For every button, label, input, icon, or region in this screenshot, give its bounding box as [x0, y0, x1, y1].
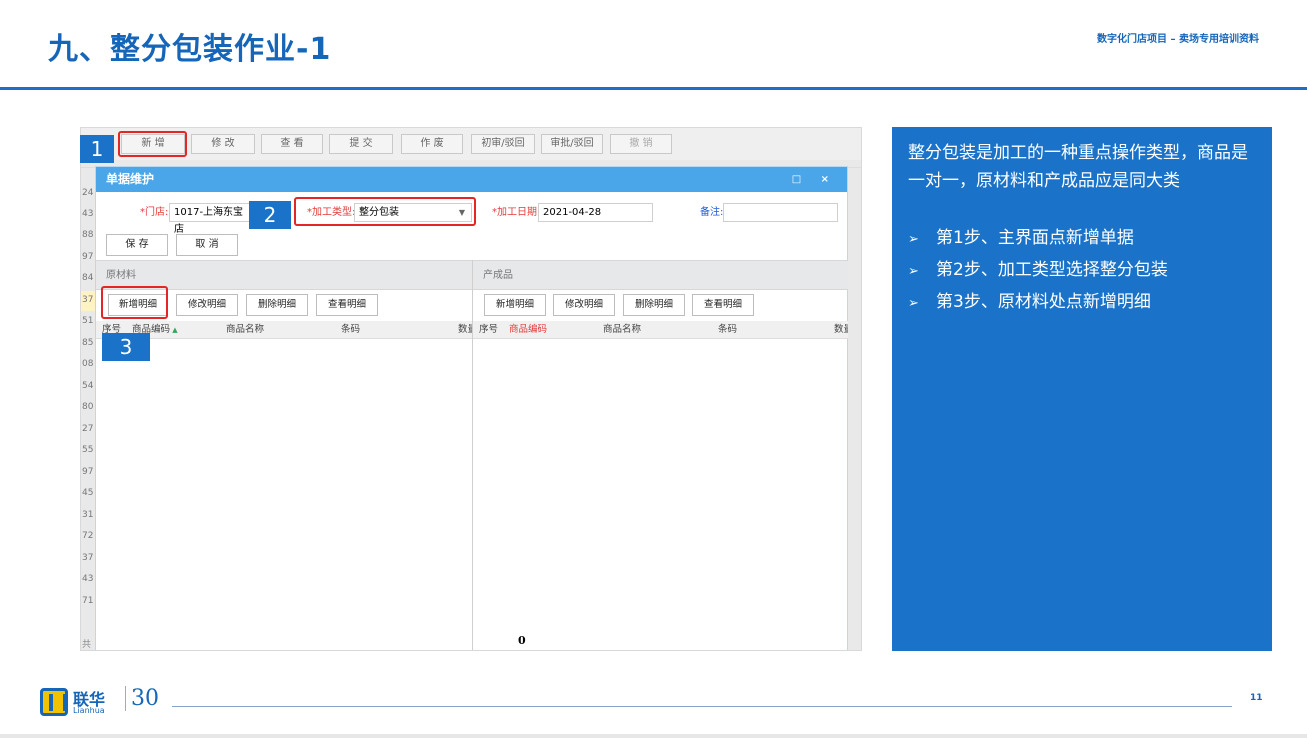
cancel-button[interactable]: 取 消 [176, 234, 238, 256]
product-add-detail-button[interactable]: 新增明细 [484, 294, 546, 316]
list-number: 97 [82, 252, 94, 262]
column-header[interactable]: 商品名称 [603, 321, 641, 338]
instruction-step-text: 第1步、主界面点新增单据 [936, 228, 1134, 248]
processing-date-field[interactable]: 2021-04-28 [538, 203, 653, 222]
product-edit-detail-button[interactable]: 修改明细 [553, 294, 615, 316]
step-1-highlight [118, 131, 187, 157]
instruction-steps: ➢ 第1步、主界面点新增单据 ➢ 第2步、加工类型选择整分包装 ➢ 第3步、原材料处点… [908, 223, 1256, 319]
list-number: 31 [82, 510, 94, 520]
processing-date-label: *加工日期: [492, 207, 541, 218]
arrow-bullet-icon: ➢ [908, 232, 919, 247]
dialog-header: 单据维护 □ × [96, 167, 847, 192]
toolbar-edit-button[interactable]: 修 改 [191, 134, 255, 154]
finished-products-grid-header: 序号 商品编码 商品名称 条码 数量 [473, 321, 848, 339]
list-number: 84 [82, 273, 94, 283]
list-number: 45 [82, 488, 94, 498]
list-number: 24 [82, 188, 94, 198]
toolbar-first-review-button[interactable]: 初审/驳回 [471, 134, 535, 154]
store-field[interactable]: 1017-上海东宝店 [169, 203, 253, 235]
column-header[interactable]: 数量 [834, 321, 848, 338]
list-number: 37 [82, 553, 94, 563]
instruction-step: ➢ 第2步、加工类型选择整分包装 [908, 255, 1256, 287]
slide-bottom-edge [0, 734, 1307, 738]
column-header[interactable]: 条码 [718, 321, 737, 338]
lianhua-logo-icon [40, 688, 68, 716]
store-label: *门店: [140, 207, 169, 218]
instruction-step-text: 第2步、加工类型选择整分包装 [936, 260, 1168, 280]
list-number: 97 [82, 467, 94, 477]
list-number: 88 [82, 230, 94, 240]
list-number: 43 [82, 209, 94, 219]
remark-label: 备注: [700, 207, 724, 218]
step-2-marker: 2 [249, 201, 291, 229]
list-number: 72 [82, 531, 94, 541]
column-header[interactable]: 数量 [458, 321, 472, 338]
toolbar-view-button[interactable]: 查 看 [261, 134, 323, 154]
remark-field[interactable] [723, 203, 838, 222]
list-number: 54 [82, 381, 94, 391]
list-number: 51 [82, 316, 94, 326]
toolbar-void-button[interactable]: 作 废 [401, 134, 463, 154]
finished-products-header: 产成品 [473, 260, 848, 290]
raw-edit-detail-button[interactable]: 修改明细 [176, 294, 238, 316]
save-button[interactable]: 保 存 [106, 234, 168, 256]
column-header[interactable]: 商品编码 [509, 321, 547, 338]
list-number: 55 [82, 445, 94, 455]
sort-asc-icon: ▲ [170, 326, 178, 334]
column-header[interactable]: 序号 [479, 321, 498, 338]
slide-title: 九、整分包装作业-1 [48, 32, 332, 67]
toolbar-submit-button[interactable]: 提 交 [329, 134, 393, 154]
step-1-marker: 1 [80, 135, 114, 163]
dialog-window-controls[interactable]: □ × [792, 167, 837, 192]
list-number: 71 [82, 596, 94, 606]
list-number: 85 [82, 338, 94, 348]
column-header[interactable]: 条码 [341, 321, 360, 338]
total-count: 0 [518, 634, 526, 647]
page-number: 11 [1250, 693, 1263, 703]
anniversary-mark: 30 [125, 686, 159, 711]
column-header[interactable]: 商品名称 [226, 321, 264, 338]
title-divider [0, 87, 1307, 90]
toolbar-approve-button[interactable]: 审批/驳回 [541, 134, 603, 154]
logo-english-text: Lianhua [73, 706, 105, 715]
slide-subtitle: 数字化门店项目 – 卖场专用培训资料 [1097, 34, 1259, 45]
instruction-step: ➢ 第3步、原材料处点新增明细 [908, 287, 1256, 319]
raw-materials-grid-header: 序号 商品编码 ▲ 商品名称 条码 数量 [96, 321, 472, 339]
raw-delete-detail-button[interactable]: 删除明细 [246, 294, 308, 316]
list-number: 37 [82, 295, 94, 305]
instruction-panel: 整分包装是加工的一种重点操作类型，商品是一对一，原材料和产成品应是同大类 ➢ 第1… [892, 127, 1272, 651]
product-delete-detail-button[interactable]: 删除明细 [623, 294, 685, 316]
background-list-column: 24 43 88 97 84 37 51 85 08 54 80 27 55 9… [81, 168, 95, 650]
step-2-highlight [294, 197, 476, 226]
main-toolbar: 新 增 修 改 查 看 提 交 作 废 初审/驳回 审批/驳回 撤 销 [81, 128, 861, 160]
document-maintenance-dialog: 单据维护 □ × *门店: 1017-上海东宝店 *加工类型: 整分包装 ▼ *… [95, 166, 848, 650]
arrow-bullet-icon: ➢ [908, 264, 919, 279]
lianhua-logo: 联华 Lianhua 30 [40, 686, 170, 720]
list-number: 43 [82, 574, 94, 584]
instruction-step: ➢ 第1步、主界面点新增单据 [908, 223, 1256, 255]
list-number: 27 [82, 424, 94, 434]
footer-divider [172, 706, 1232, 707]
product-view-detail-button[interactable]: 查看明细 [692, 294, 754, 316]
toolbar-revoke-button[interactable]: 撤 销 [610, 134, 672, 154]
arrow-bullet-icon: ➢ [908, 296, 919, 311]
raw-view-detail-button[interactable]: 查看明细 [316, 294, 378, 316]
section-divider [472, 260, 473, 650]
step-3-marker: 3 [102, 333, 150, 361]
list-number: 80 [82, 402, 94, 412]
dialog-title: 单据维护 [106, 172, 155, 186]
instruction-intro: 整分包装是加工的一种重点操作类型，商品是一对一，原材料和产成品应是同大类 [908, 143, 1248, 191]
list-footer-label: 共 [82, 640, 92, 650]
list-number: 08 [82, 359, 94, 369]
instruction-step-text: 第3步、原材料处点新增明细 [936, 292, 1151, 312]
step-3-highlight [101, 286, 168, 319]
